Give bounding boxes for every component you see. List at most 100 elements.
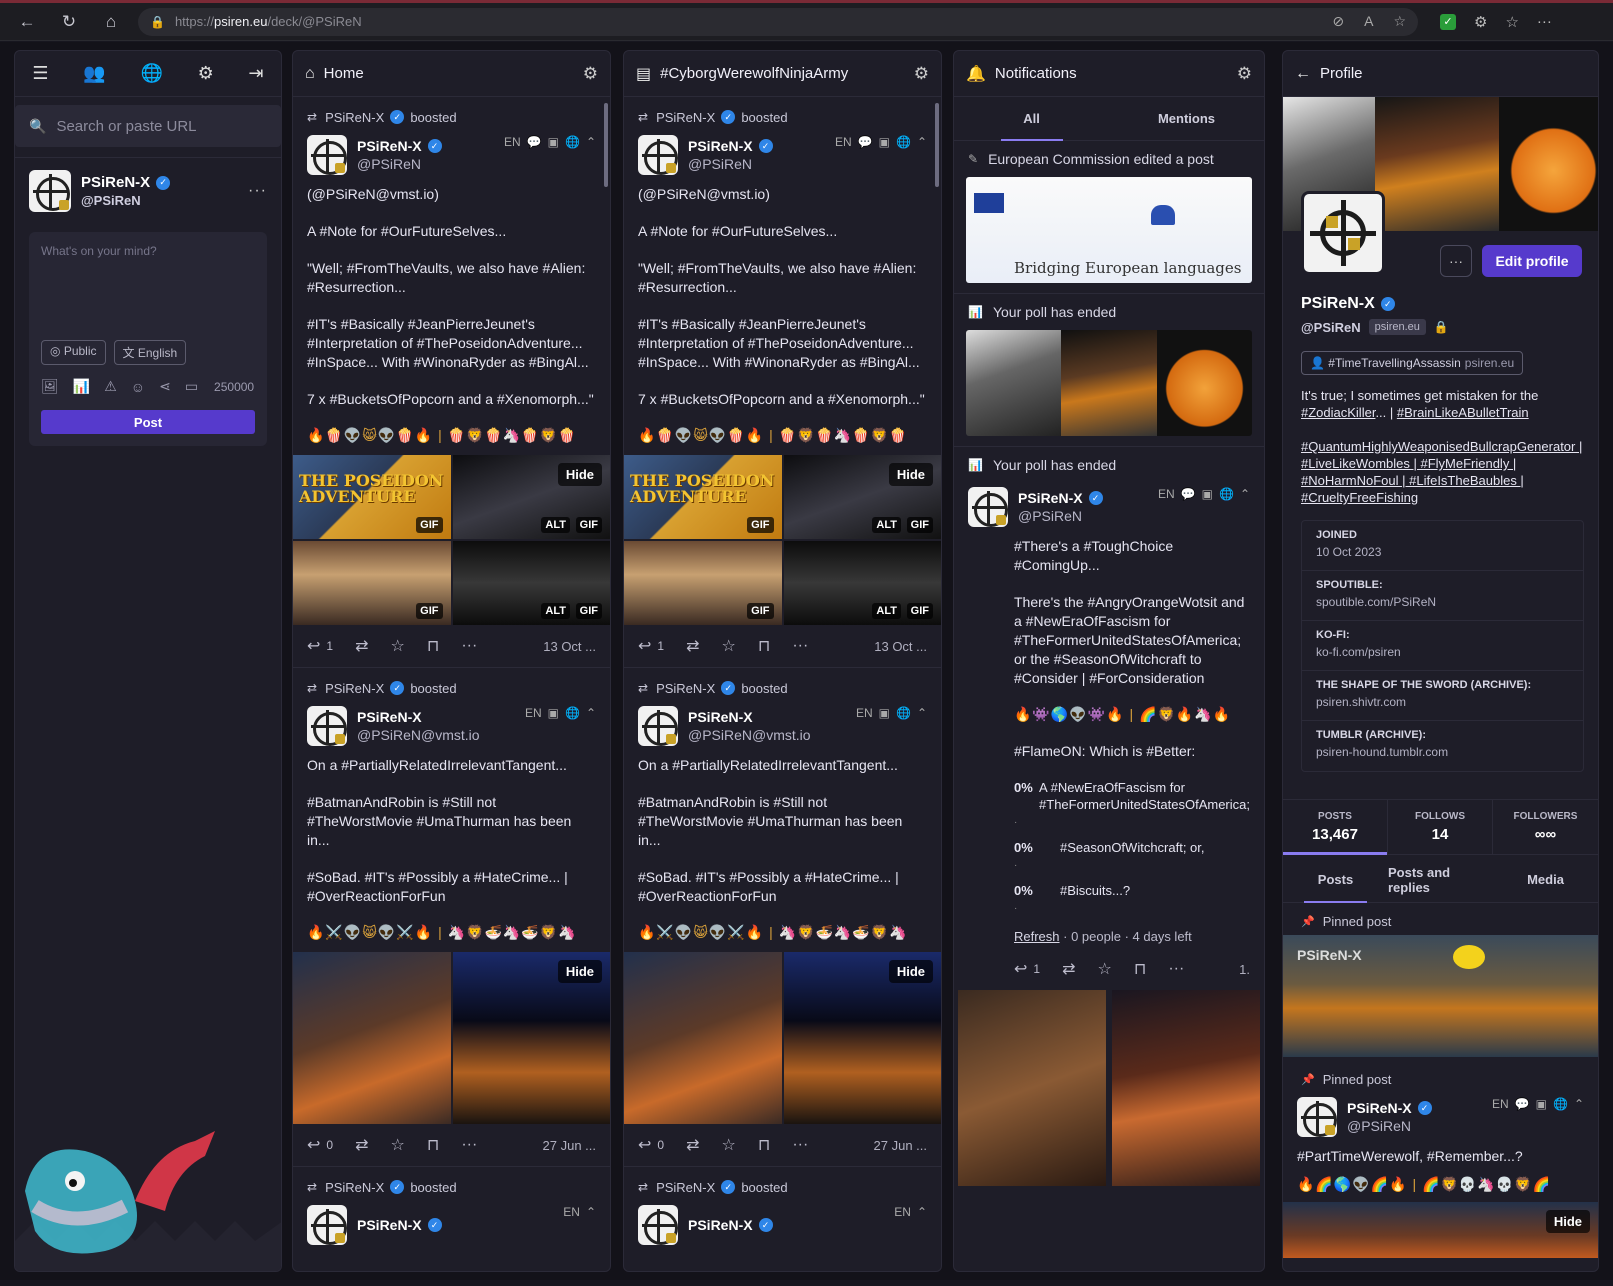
edit-profile-button[interactable]: Edit profile: [1482, 245, 1582, 277]
read-aloud-icon[interactable]: A: [1364, 13, 1373, 30]
scrollbar[interactable]: [935, 103, 939, 187]
poll-notification[interactable]: 📊 Your poll has ended: [954, 447, 1264, 483]
collapse-icon[interactable]: ⌃: [1240, 487, 1250, 501]
back-icon[interactable]: ←: [12, 7, 42, 37]
hide-media-button[interactable]: Hide: [1545, 1210, 1590, 1233]
favourite-icon[interactable]: ☆: [722, 1135, 736, 1155]
post-author[interactable]: PSiReN-X: [357, 1217, 422, 1233]
boost-icon[interactable]: ⇄: [686, 1135, 699, 1155]
media-tile[interactable]: Hide ALT GIF: [783, 455, 941, 539]
hide-media-button[interactable]: Hide: [557, 463, 602, 486]
boost-user[interactable]: PSiReN-X: [325, 110, 384, 125]
collapse-icon[interactable]: ⌃: [586, 1205, 596, 1219]
post-date[interactable]: 27 Jun ...: [874, 1138, 927, 1153]
logout-icon[interactable]: ⇥: [249, 63, 264, 84]
edited-post-preview[interactable]: Bridging European languages: [966, 177, 1252, 283]
address-bar[interactable]: 🔒 https://psiren.eu/deck/@PSiReN ⊘ A ☆: [138, 7, 1418, 36]
extension-check-icon[interactable]: ✓: [1440, 13, 1456, 30]
reply-icon[interactable]: ↩: [307, 636, 320, 656]
boost-icon[interactable]: ⇄: [1062, 959, 1075, 979]
bookmark-icon[interactable]: ⊓: [1134, 959, 1146, 979]
media-tile[interactable]: THE POSEIDON ADVENTURE GIF: [624, 455, 782, 539]
more-icon[interactable]: ···: [1168, 960, 1184, 978]
media-tile[interactable]: Hide: [783, 952, 941, 1124]
column-settings-icon[interactable]: ⚙: [1237, 64, 1252, 84]
alt-badge[interactable]: ALT: [541, 517, 570, 533]
tab-posts-and-replies[interactable]: Posts and replies: [1388, 857, 1493, 902]
poll-preview-images[interactable]: [966, 330, 1252, 436]
favourite-icon[interactable]: ☆: [722, 636, 736, 656]
profile-more-button[interactable]: ···: [1440, 245, 1472, 277]
boost-icon[interactable]: ⇄: [355, 636, 368, 656]
bookmark-icon[interactable]: ⊓: [758, 636, 770, 656]
avatar[interactable]: [638, 1205, 678, 1245]
edit-notification[interactable]: ✎ European Commission edited a post: [954, 141, 1264, 177]
more-icon[interactable]: ···: [1537, 13, 1552, 30]
post-date[interactable]: 27 Jun ...: [543, 1138, 596, 1153]
tracking-icon[interactable]: ⊘: [1332, 13, 1344, 30]
media-tile[interactable]: GIF: [293, 541, 451, 625]
avatar[interactable]: [29, 170, 71, 212]
refresh-link[interactable]: Refresh: [1014, 929, 1060, 944]
share-icon[interactable]: ⋖: [159, 378, 171, 395]
media-tile[interactable]: Hide ALT GIF: [452, 455, 610, 539]
current-user[interactable]: PSiReN-X ✓ @PSiReN ···: [15, 157, 281, 224]
post-author[interactable]: PSiReN-X: [357, 138, 422, 154]
profile-avatar[interactable]: [1301, 191, 1385, 275]
poll-option[interactable]: 0% #Biscuits...?: [1014, 882, 1250, 899]
compose-textarea[interactable]: What's on your mind?: [41, 244, 255, 258]
hashtag-links[interactable]: #QuantumHighlyWeaponisedBullcrapGenerato…: [1301, 439, 1582, 505]
media-tile[interactable]: ALT GIF: [452, 541, 610, 625]
more-icon[interactable]: ···: [461, 1136, 477, 1154]
media-tile[interactable]: Hide: [1283, 1202, 1598, 1258]
posts-stat[interactable]: POSTS 13,467: [1283, 800, 1388, 855]
column-settings-icon[interactable]: ⚙: [914, 64, 929, 84]
alt-badge[interactable]: ALT: [872, 517, 901, 533]
post-button[interactable]: Post: [41, 410, 255, 434]
tab-all[interactable]: All: [954, 97, 1109, 141]
collapse-icon[interactable]: ⌃: [1574, 1097, 1584, 1111]
profile-field[interactable]: THE SHAPE OF THE SWORD (ARCHIVE): psiren.…: [1302, 671, 1583, 721]
pinned-post-preview[interactable]: PSiReN-X: [1283, 935, 1598, 1057]
hide-media-button[interactable]: Hide: [557, 960, 602, 983]
boost-user[interactable]: PSiReN-X: [325, 1180, 384, 1195]
post-author[interactable]: PSiReN-X: [688, 709, 753, 725]
reply-icon[interactable]: ↩: [307, 1135, 320, 1155]
poll-icon[interactable]: 📊: [73, 378, 90, 395]
avatar[interactable]: [968, 487, 1008, 527]
favourite-icon[interactable]: ☆: [391, 1135, 405, 1155]
tab-media[interactable]: Media: [1493, 857, 1598, 902]
collapse-icon[interactable]: ⌃: [586, 135, 596, 149]
bookmark-icon[interactable]: ⊓: [758, 1135, 770, 1155]
avatar[interactable]: [638, 706, 678, 746]
alt-badge[interactable]: ALT: [872, 603, 901, 619]
boost-user[interactable]: PSiReN-X: [656, 110, 715, 125]
followers-stat[interactable]: FOLLOWERS ∞∞: [1493, 800, 1598, 854]
hide-media-button[interactable]: Hide: [888, 960, 933, 983]
media-tile[interactable]: GIF: [624, 541, 782, 625]
settings-icon[interactable]: ⚙: [198, 63, 214, 84]
hashtag-link[interactable]: #ZodiacKiller: [1301, 405, 1375, 420]
bookmark-icon[interactable]: ⊓: [427, 1135, 439, 1155]
more-icon[interactable]: ···: [792, 1136, 808, 1154]
collapse-icon[interactable]: ⌃: [917, 135, 927, 149]
boost-user[interactable]: PSiReN-X: [656, 681, 715, 696]
collapse-icon[interactable]: ⌃: [586, 706, 596, 720]
post-date[interactable]: 1.: [1239, 962, 1250, 977]
favourite-icon[interactable]: ☆: [391, 636, 405, 656]
tab-mentions[interactable]: Mentions: [1109, 97, 1264, 140]
media-tile[interactable]: THE POSEIDON ADVENTURE GIF: [293, 455, 451, 539]
post-author[interactable]: PSiReN-X: [1018, 490, 1083, 506]
image-icon[interactable]: 🖼: [41, 378, 59, 395]
media-tile[interactable]: Hide: [452, 952, 610, 1124]
profile-field[interactable]: KO-FI: ko-fi.com/psiren: [1302, 621, 1583, 671]
people-icon[interactable]: 👥: [83, 63, 105, 84]
scrollbar[interactable]: [604, 103, 608, 187]
favourite-icon[interactable]: ☆: [1098, 959, 1112, 979]
poll-option[interactable]: 0% A #NewEraOfFascism for #TheFormerUnite…: [1014, 779, 1250, 813]
favorite-star-icon[interactable]: ☆: [1393, 13, 1406, 30]
more-options-icon[interactable]: ···: [248, 182, 267, 200]
visibility-button[interactable]: ◎ Public: [41, 340, 106, 365]
post-date[interactable]: 13 Oct ...: [543, 639, 596, 654]
avatar[interactable]: [307, 135, 347, 175]
